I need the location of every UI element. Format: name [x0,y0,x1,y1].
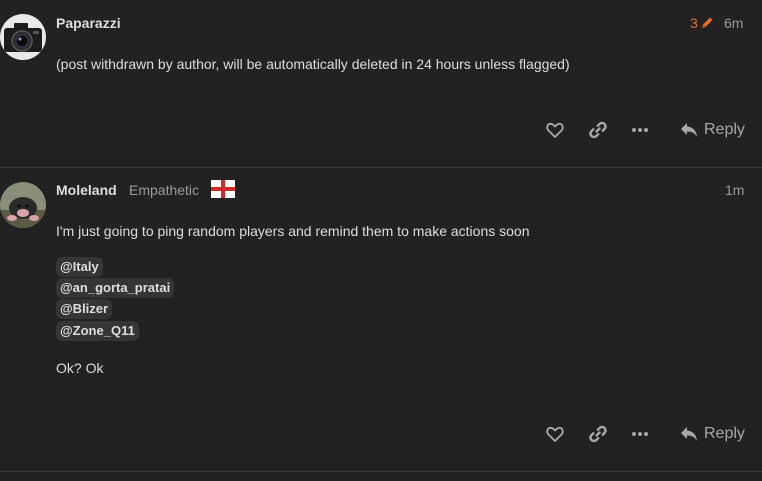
mole-avatar[interactable] [0,182,46,228]
username[interactable]: Paparazzi [56,15,121,31]
more-icon[interactable] [630,120,650,140]
reply-label: Reply [704,121,745,138]
post-time[interactable]: 1m [725,182,744,198]
reply-icon [681,123,697,137]
post-divider [0,471,762,472]
england-flag-icon [211,180,235,198]
reply-button[interactable]: Reply [680,420,745,448]
reply-label: Reply [704,425,745,442]
mention-link[interactable]: @Blizer [56,299,113,319]
edit-history-indicator[interactable]: 3 [690,15,714,31]
post-body: I'm just going to ping random players an… [56,223,530,239]
edit-count: 3 [690,15,698,31]
reply-icon [681,427,697,441]
link-icon[interactable] [588,120,608,140]
more-icon[interactable] [630,424,650,444]
heart-icon[interactable] [545,120,565,140]
mention-link[interactable]: @an_gorta_pratai [56,278,175,298]
camera-avatar[interactable] [0,14,46,60]
heart-icon[interactable] [545,424,565,444]
post-body: (post withdrawn by author, will be autom… [56,56,570,72]
post-moleland: Moleland Empathetic 1m I'm just going to… [0,168,762,471]
mention-link[interactable]: @Italy [56,257,103,277]
post-paparazzi: Paparazzi 3 6m (post withdrawn by author… [0,0,762,167]
pencil-icon [701,17,713,28]
post-actions: Reply [0,116,762,144]
username[interactable]: Moleland [56,182,117,198]
mention-link[interactable]: @Zone_Q11 [56,321,139,341]
reply-button[interactable]: Reply [680,116,745,144]
user-title: Empathetic [129,182,200,198]
post-actions: Reply [0,420,762,448]
post-closing-text: Ok? Ok [56,360,104,376]
post-time[interactable]: 6m [724,15,743,31]
link-icon[interactable] [588,424,608,444]
